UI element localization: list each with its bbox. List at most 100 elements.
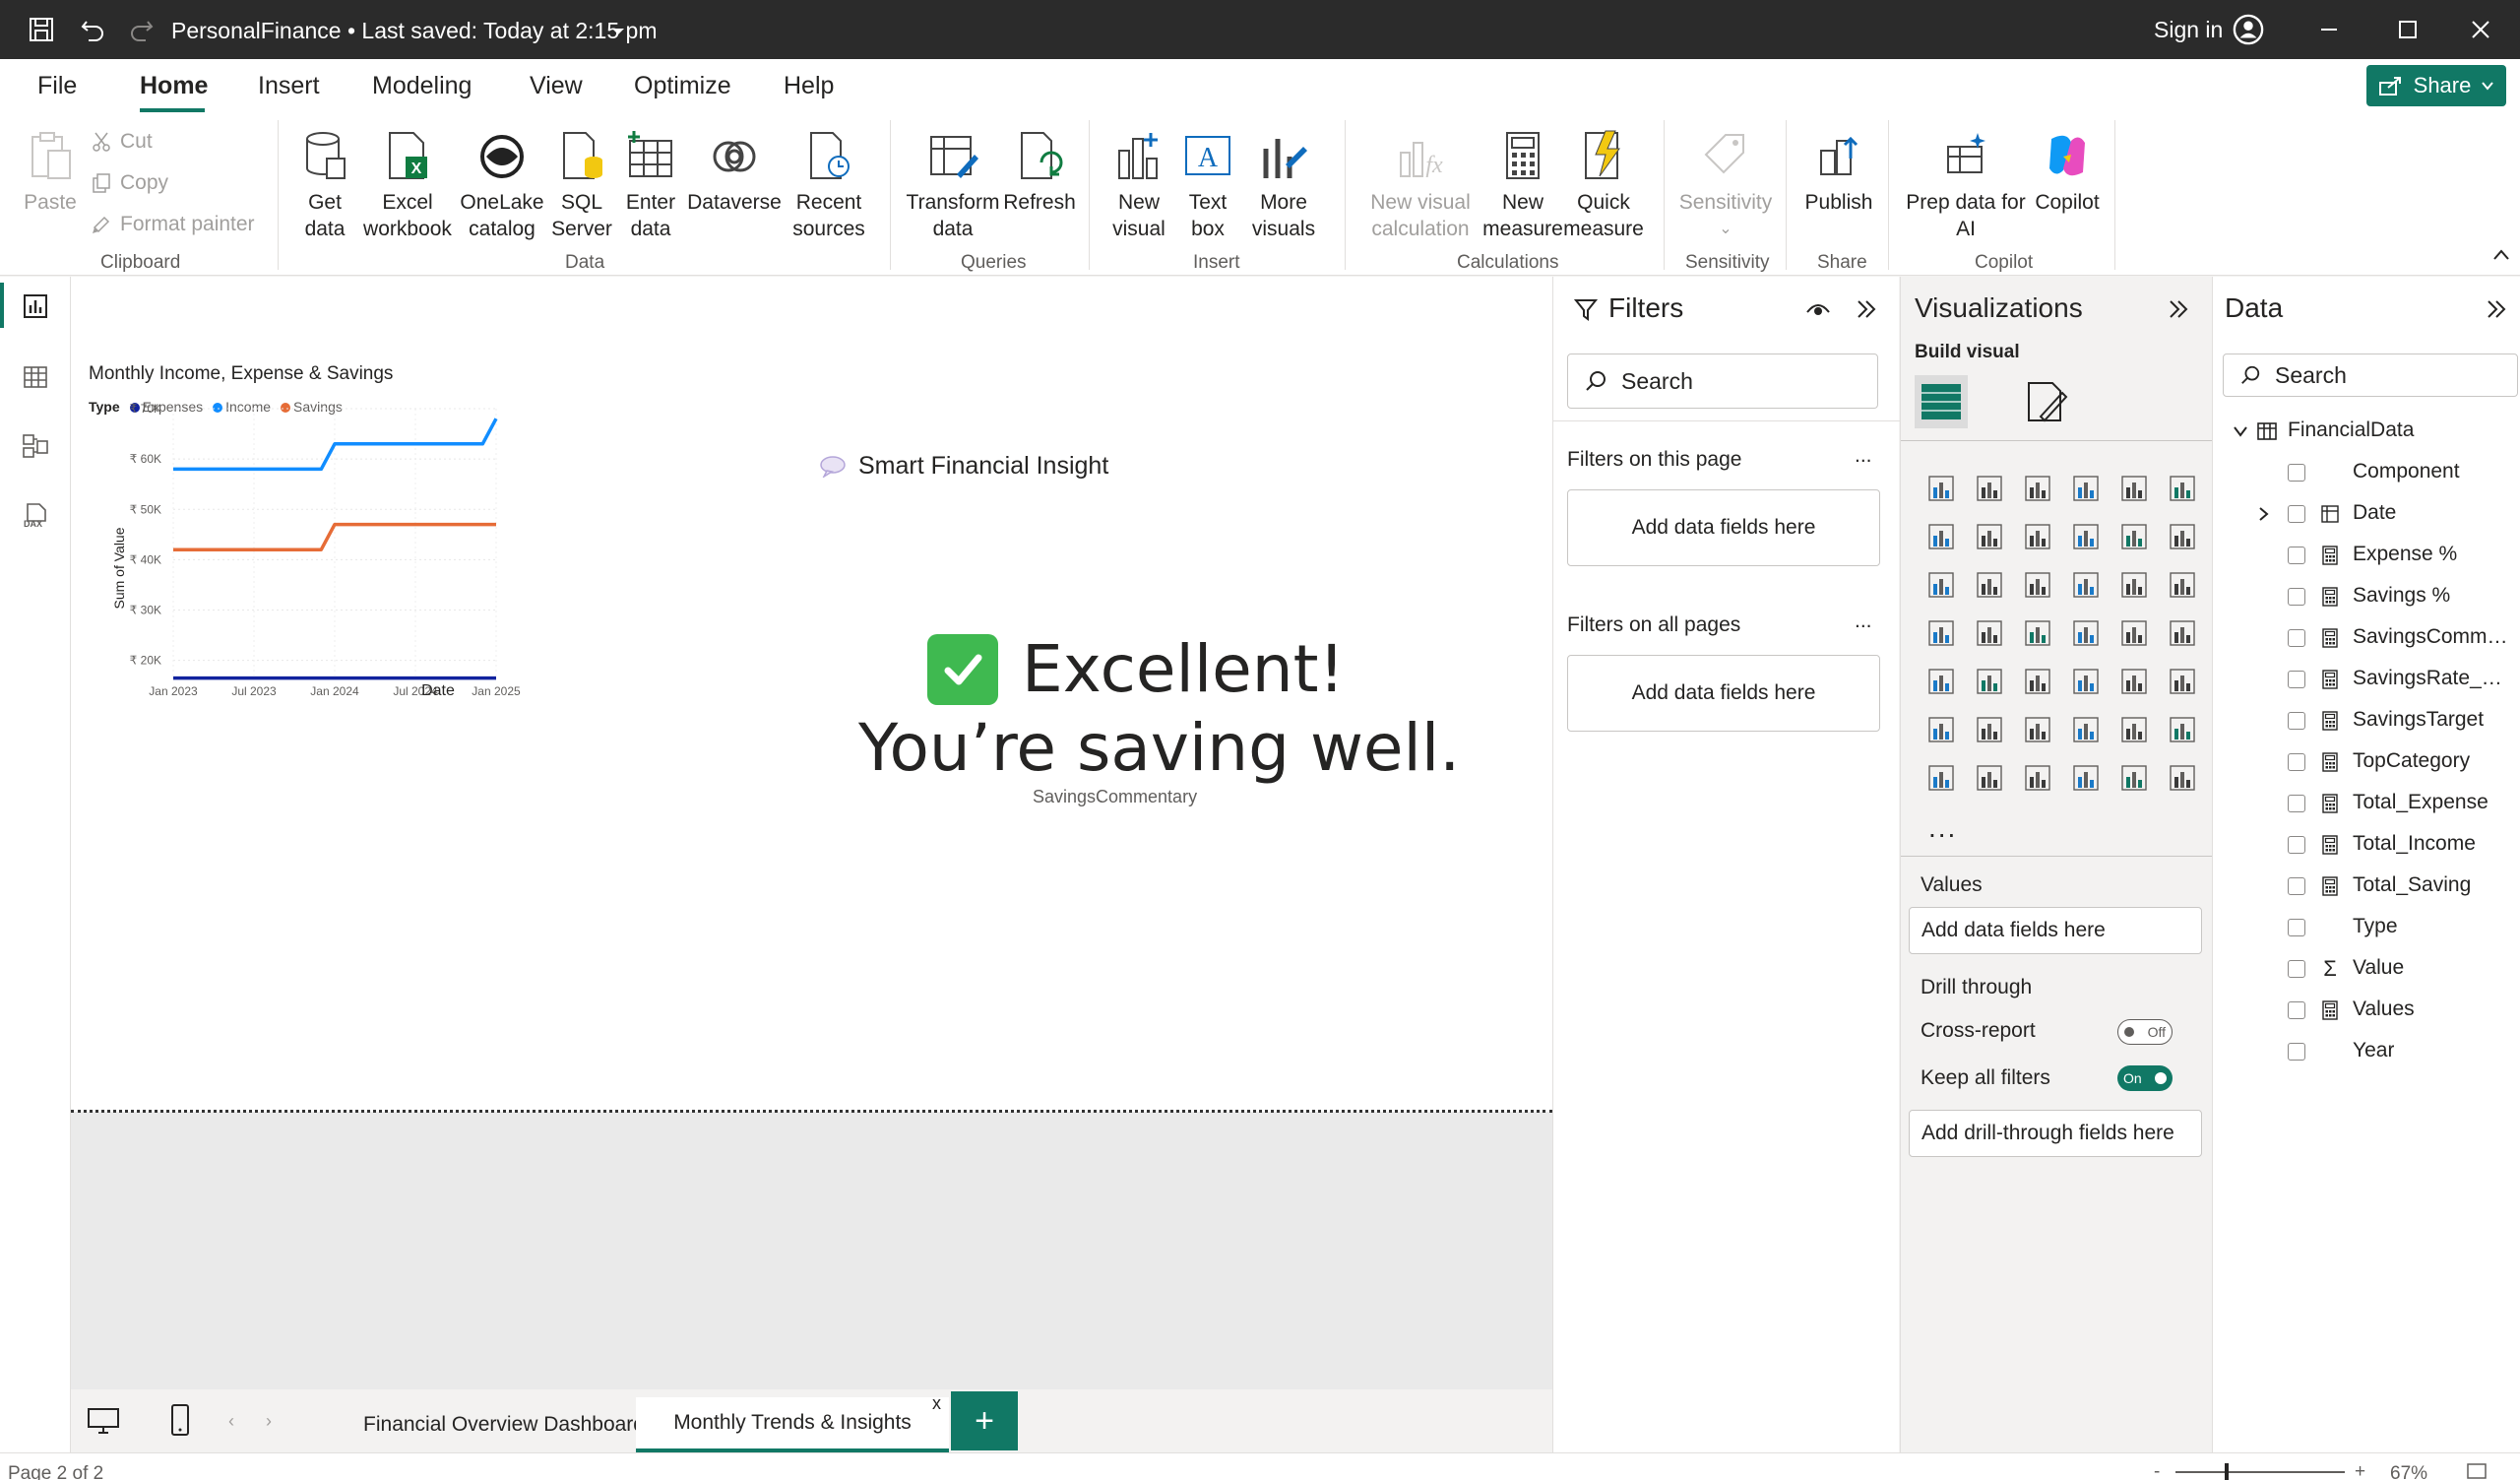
collapse-pane-icon[interactable]	[2167, 298, 2190, 320]
field-year[interactable]: Year	[2213, 1031, 2520, 1072]
visual-paginated-report-icon[interactable]	[1917, 753, 1965, 802]
excel-workbook-button[interactable]: X Excel workbook	[360, 128, 455, 242]
visual-line-column-icon[interactable]	[2110, 512, 2158, 560]
visual-100-bar-icon[interactable]	[2110, 464, 2158, 512]
legend-item-income[interactable]: Income	[213, 399, 271, 415]
field-topcategory[interactable]: TopCategory	[2213, 741, 2520, 783]
collapse-pane-icon[interactable]	[2485, 298, 2508, 320]
visual-decomposition-tree-icon[interactable]	[2013, 705, 2061, 753]
line-chart[interactable]: ₹ 20K ₹ 30K ₹ 40K ₹ 50K ₹ 60K ₹ 70K Jan 2023 J…	[83, 402, 772, 838]
scroll-left-icon[interactable]: ‹	[228, 1411, 234, 1432]
field-component[interactable]: Component	[2213, 452, 2520, 493]
collapse-ribbon-icon[interactable]	[2492, 248, 2510, 267]
chevron-down-icon[interactable]	[602, 16, 634, 47]
field-checkbox[interactable]	[2288, 1001, 2305, 1019]
field-savings[interactable]: Savings %	[2213, 576, 2520, 617]
field-savingstarget[interactable]: SavingsTarget	[2213, 700, 2520, 741]
field-value[interactable]: Σ Value	[2213, 948, 2520, 990]
visual-power-automate-icon[interactable]	[2110, 753, 2158, 802]
legend-item-savings[interactable]: Savings	[281, 399, 343, 415]
field-checkbox[interactable]	[2288, 836, 2305, 854]
visual-card-new-icon[interactable]	[1965, 753, 2013, 802]
field-date[interactable]: Date	[2213, 493, 2520, 535]
drill-through-well[interactable]: Add drill-through fields here	[1909, 1110, 2202, 1157]
save-icon[interactable]	[26, 14, 57, 45]
model-view-icon[interactable]	[18, 428, 53, 464]
zoom-slider-thumb[interactable]	[2225, 1463, 2229, 1480]
visual-kpi-icon[interactable]	[1965, 657, 2013, 705]
more-visuals-icon[interactable]: ...	[1928, 812, 1957, 844]
visual-qa-icon[interactable]	[2061, 705, 2110, 753]
visual-multi-row-card-icon[interactable]	[1917, 657, 1965, 705]
field-savingscomme[interactable]: SavingsComme...	[2213, 617, 2520, 659]
account-icon[interactable]	[2233, 14, 2264, 45]
report-view-icon[interactable]	[18, 289, 53, 324]
tab-home[interactable]: Home	[140, 72, 208, 100]
enter-data-button[interactable]: Enter data	[618, 128, 683, 242]
format-painter-button[interactable]: Format painter	[91, 213, 255, 236]
new-visual-calculation-button[interactable]: fx New visual calculation	[1356, 128, 1484, 242]
sign-in-link[interactable]: Sign in	[2154, 17, 2223, 43]
page-tab-monthly-trends[interactable]: Monthly Trends & Insights x	[636, 1393, 949, 1452]
zoom-in-button[interactable]: +	[2355, 1461, 2365, 1480]
field-type[interactable]: Type	[2213, 907, 2520, 948]
more-visuals-button[interactable]: More visuals	[1240, 128, 1327, 242]
field-checkbox[interactable]	[2288, 464, 2305, 482]
visual-slicer-new-icon[interactable]	[2013, 753, 2061, 802]
minimize-icon[interactable]	[2300, 10, 2359, 49]
zoom-slider[interactable]	[2175, 1463, 2345, 1480]
series-line-income[interactable]	[173, 418, 498, 472]
field-values[interactable]: Values	[2213, 990, 2520, 1031]
dax-query-view-icon[interactable]: DAX	[18, 497, 53, 533]
visual-trophy-icon[interactable]	[2158, 705, 2206, 753]
field-checkbox[interactable]	[2288, 960, 2305, 978]
mobile-layout-icon[interactable]	[169, 1403, 191, 1442]
more-options-icon[interactable]: ...	[1855, 610, 1872, 633]
eye-icon[interactable]	[1805, 298, 1831, 320]
field-checkbox[interactable]	[2288, 1043, 2305, 1061]
close-icon[interactable]	[2451, 10, 2510, 49]
copy-button[interactable]: Copy	[91, 171, 168, 195]
visual-pie-icon[interactable]	[2110, 560, 2158, 609]
visual-area-icon[interactable]	[1965, 512, 2013, 560]
field-total-saving[interactable]: Total_Saving	[2213, 866, 2520, 907]
visual-clustered-column-icon[interactable]	[2061, 464, 2110, 512]
transform-data-button[interactable]: Transform data	[904, 128, 1002, 242]
maximize-icon[interactable]	[2378, 10, 2437, 49]
visual-map-icon[interactable]	[1965, 609, 2013, 657]
field-checkbox[interactable]	[2288, 919, 2305, 936]
field-checkbox[interactable]	[2288, 629, 2305, 647]
visual-narrative-icon[interactable]	[2158, 753, 2206, 802]
filters-search-input[interactable]: Search	[1567, 354, 1878, 409]
visual-ribbon-icon[interactable]	[1917, 560, 1965, 609]
field-expense[interactable]: Expense %	[2213, 535, 2520, 576]
keep-all-filters-toggle[interactable]: On	[2117, 1065, 2173, 1091]
cross-report-toggle[interactable]: Off	[2117, 1019, 2173, 1045]
dataverse-button[interactable]: Dataverse	[685, 128, 784, 216]
visual-donut-icon[interactable]	[2158, 560, 2206, 609]
field-checkbox[interactable]	[2288, 712, 2305, 730]
share-button[interactable]: Share	[2366, 65, 2506, 106]
visual-line-clustered-column-icon[interactable]	[2158, 512, 2206, 560]
tab-insert[interactable]: Insert	[258, 72, 320, 100]
visual-gauge-icon[interactable]	[2110, 609, 2158, 657]
onelake-catalog-button[interactable]: OneLake catalog	[455, 128, 549, 242]
field-checkbox[interactable]	[2288, 588, 2305, 606]
visual-stacked-bar-icon[interactable]	[1917, 464, 1965, 512]
filters-all-pages-well[interactable]: Add data fields here	[1567, 655, 1880, 732]
visual-100-column-icon[interactable]	[2158, 464, 2206, 512]
build-visual-tab[interactable]	[1915, 375, 1968, 428]
visual-stacked-area-icon[interactable]	[2013, 512, 2061, 560]
add-page-button[interactable]: +	[951, 1391, 1018, 1450]
visual-clustered-bar-icon[interactable]	[2013, 464, 2061, 512]
field-checkbox[interactable]	[2288, 877, 2305, 895]
visual-filled-map-icon[interactable]	[2013, 609, 2061, 657]
document-title[interactable]: PersonalFinance • Last saved: Today at 2…	[171, 18, 657, 44]
visual-scatter-icon[interactable]	[2061, 560, 2110, 609]
quick-measure-button[interactable]: Quick measure	[1561, 128, 1646, 242]
zoom-level[interactable]: 67%	[2390, 1463, 2427, 1480]
field-total-expense[interactable]: Total_Expense	[2213, 783, 2520, 824]
new-visual-button[interactable]: New visual	[1102, 128, 1175, 242]
visual-stacked-column-icon[interactable]	[1965, 464, 2013, 512]
field-checkbox[interactable]	[2288, 795, 2305, 812]
